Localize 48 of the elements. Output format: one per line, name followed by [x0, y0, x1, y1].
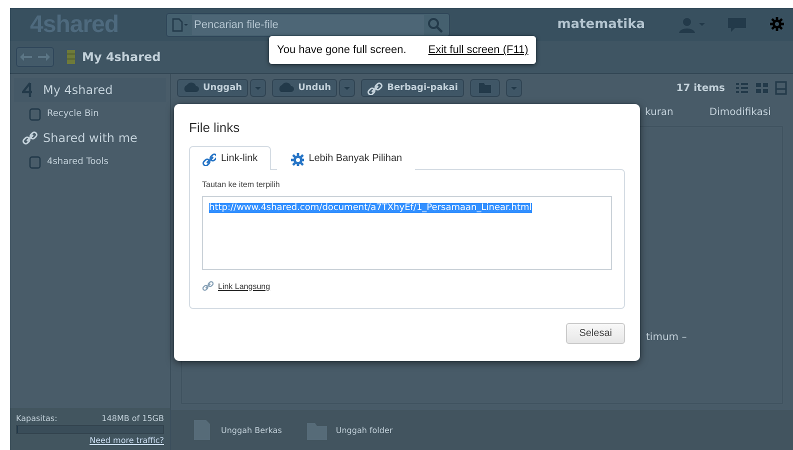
dialog-title: File links	[189, 120, 241, 135]
sidebar-item[interactable]: Shared with me	[10, 126, 170, 150]
column-header[interactable]: Dimodifikasi	[709, 106, 771, 118]
share-button[interactable]: Berbagi-pakai	[361, 79, 464, 97]
caret-icon	[506, 79, 522, 97]
grid-view-icon	[755, 82, 769, 94]
list-view-icon	[735, 82, 749, 94]
cloud-icon	[278, 81, 294, 95]
sidebar-item[interactable]: Recycle Bin	[10, 102, 170, 126]
file-name: timum –	[646, 332, 687, 343]
exit-fullscreen-link[interactable]: Exit full screen (F11)	[428, 44, 528, 56]
item-count: 17 items	[676, 82, 725, 94]
search-icon	[427, 16, 443, 32]
link-icon	[202, 152, 216, 166]
notice-text: You have gone full screen.	[277, 44, 406, 56]
link-icon	[367, 81, 384, 95]
folder-title: My 4shared	[82, 50, 161, 64]
new-folder-icon	[470, 79, 500, 97]
link-field[interactable]: http://www.4shared.com/document/a7TXhyEf/1_Persamaan_Linear.html	[202, 196, 612, 270]
file-icon	[171, 18, 189, 32]
forward-arrow-icon	[37, 52, 51, 62]
link-icon	[22, 130, 38, 146]
file-icon	[191, 419, 213, 441]
caret-icon	[339, 79, 356, 97]
field-label: Tautan ke item terpilih	[202, 180, 281, 189]
folder-icon	[66, 49, 76, 65]
sidebar-item[interactable]: 4shared Tools	[10, 150, 170, 174]
column-header[interactable]: kuran	[645, 106, 674, 118]
cloud-icon	[183, 81, 199, 95]
link-icon	[202, 280, 214, 292]
sidebar-item[interactable]: My 4shared	[14, 78, 166, 102]
user-name: matematika	[557, 17, 645, 32]
download-button[interactable]: Unduh	[272, 79, 338, 97]
preview-view-icon	[775, 81, 787, 95]
gear-icon	[290, 152, 304, 166]
upload-folder-button[interactable]: Unggah folder	[300, 418, 399, 442]
done-button[interactable]: Selesai	[566, 323, 625, 344]
upload-button[interactable]: Unggah	[177, 79, 248, 97]
search-field[interactable]: Pencarian file-file	[166, 12, 450, 36]
back-arrow-icon	[19, 52, 33, 62]
caret-icon	[250, 79, 266, 97]
traffic-link[interactable]: Need more traffic?	[16, 436, 164, 445]
tab[interactable]: Link-link	[189, 146, 271, 170]
direct-link[interactable]: Link Langsung	[218, 282, 270, 290]
capacity-reading: 148MB of 15GB	[102, 414, 164, 423]
capacity-label: Kapasitas:	[16, 414, 58, 423]
settings-icon	[769, 16, 787, 34]
upload-file-button[interactable]: Unggah Berkas	[185, 418, 288, 442]
